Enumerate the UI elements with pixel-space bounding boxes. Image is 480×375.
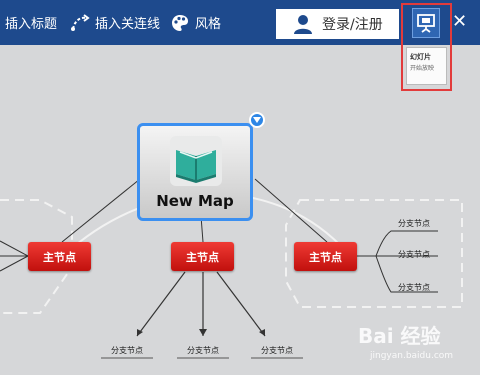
- branch-leaf-bottom-3[interactable]: 分支节点: [248, 345, 306, 356]
- insert-relation-label: 插入关连线: [95, 17, 161, 32]
- main-node-left[interactable]: 主节点: [28, 242, 91, 271]
- insert-title-label: 插入标题: [5, 17, 58, 32]
- central-topic-title: New Map: [156, 192, 234, 210]
- palette-icon: [170, 13, 190, 33]
- branch-leaf-right-1[interactable]: 分支节点: [385, 218, 443, 229]
- watermark-url: jingyan.baidu.com: [370, 351, 454, 361]
- main-node-center[interactable]: 主节点: [171, 242, 234, 271]
- main-node-right[interactable]: 主节点: [294, 242, 357, 271]
- branch-leaf-bottom-1[interactable]: 分支节点: [98, 345, 156, 356]
- style-button[interactable]: 风格: [170, 0, 221, 45]
- login-label: 登录/注册: [322, 17, 383, 33]
- user-icon: [294, 14, 312, 34]
- style-label: 风格: [195, 17, 222, 32]
- relation-line-icon: [70, 13, 90, 33]
- branch-leaf-right-2[interactable]: 分支节点: [385, 249, 443, 260]
- central-topic[interactable]: New Map: [137, 112, 265, 221]
- branch-leaf-right-3[interactable]: 分支节点: [385, 282, 443, 293]
- branch-leaf-bottom-2[interactable]: 分支节点: [174, 345, 232, 356]
- insert-title-button[interactable]: 插入标题: [5, 0, 57, 45]
- watermark: Bai 经验: [358, 324, 441, 348]
- login-button[interactable]: 登录/注册: [276, 9, 399, 39]
- insert-relation-button[interactable]: 插入关连线: [70, 0, 160, 45]
- book-icon: [170, 136, 222, 186]
- collapse-toggle-icon[interactable]: [249, 112, 265, 128]
- close-button[interactable]: ✕: [452, 10, 467, 34]
